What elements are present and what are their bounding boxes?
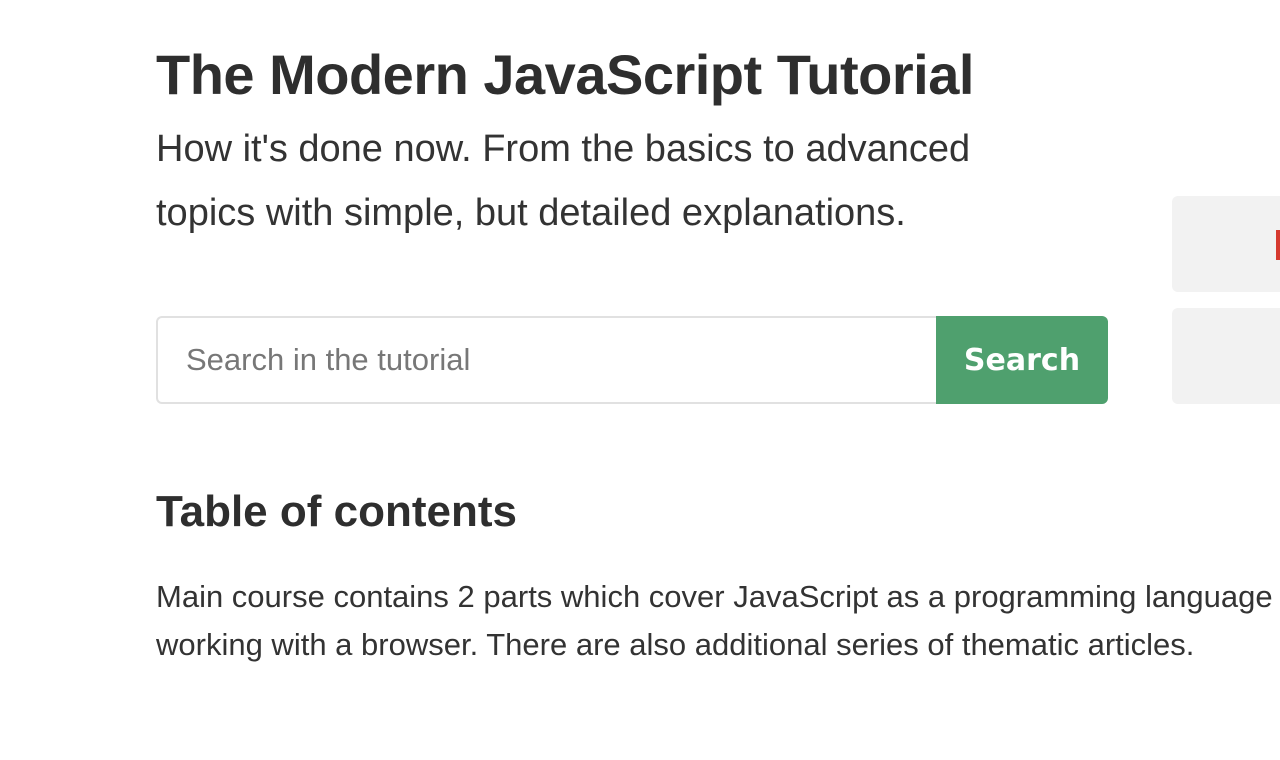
page: The Modern JavaScript Tutorial How it's … [0, 0, 1280, 760]
toc-heading: Table of contents [156, 487, 517, 536]
side-card-partial[interactable] [1172, 308, 1280, 404]
search-input[interactable] [156, 316, 936, 404]
main-content: The Modern JavaScript Tutorial How it's … [156, 40, 1280, 662]
page-subtitle: How it's done now. From the basics to ad… [156, 128, 971, 234]
toc-description: Main course contains 2 parts which cover… [156, 579, 1280, 662]
search-form: Search [156, 316, 1108, 404]
side-card-icon [1276, 230, 1280, 260]
page-title: The Modern JavaScript Tutorial [156, 43, 974, 106]
search-button[interactable]: Search [936, 316, 1108, 404]
side-card-partial[interactable] [1172, 196, 1280, 292]
